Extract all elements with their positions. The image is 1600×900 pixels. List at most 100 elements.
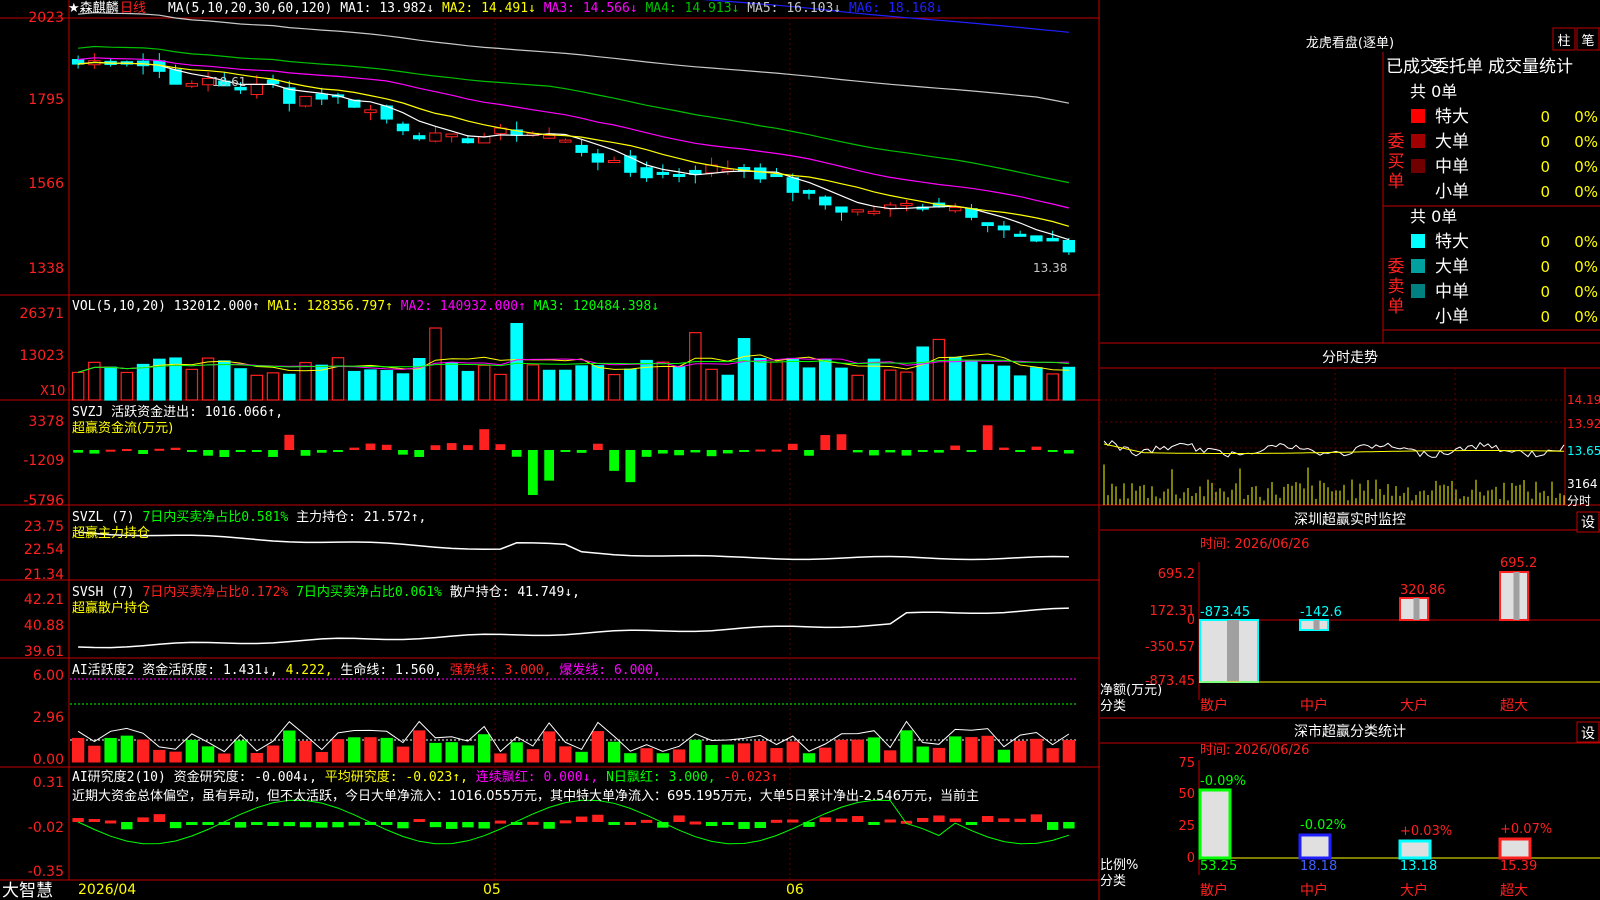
activity-bar[interactable] xyxy=(104,737,117,763)
candle-body[interactable] xyxy=(429,132,442,142)
research-bar[interactable] xyxy=(543,822,555,829)
research-bar[interactable] xyxy=(754,822,766,829)
research-bar[interactable] xyxy=(787,819,799,823)
candle-body[interactable] xyxy=(315,93,328,100)
candle-body[interactable] xyxy=(575,144,588,153)
activity-bar[interactable] xyxy=(575,751,588,763)
flow-bar[interactable] xyxy=(852,450,863,453)
research-bar[interactable] xyxy=(234,822,247,828)
activity-bar[interactable] xyxy=(705,744,718,763)
research-bar[interactable] xyxy=(527,821,539,825)
research-bar[interactable] xyxy=(1046,822,1059,830)
flow-bar[interactable] xyxy=(950,445,961,450)
volume-bar[interactable] xyxy=(234,368,247,401)
research-bar[interactable] xyxy=(933,815,945,822)
flow-bar[interactable] xyxy=(463,445,473,450)
activity-bar[interactable] xyxy=(640,748,653,763)
activity-bar[interactable] xyxy=(136,739,150,763)
activity-bar[interactable] xyxy=(965,737,978,763)
tab-volume-stats[interactable]: 成交量统计 xyxy=(1488,57,1573,77)
flow-bar[interactable] xyxy=(771,449,782,452)
tab-orders[interactable]: 委托单 xyxy=(1432,57,1483,77)
flow-bar[interactable] xyxy=(203,450,213,456)
classify-bar[interactable] xyxy=(1298,833,1332,860)
flow-bar[interactable] xyxy=(934,450,944,453)
ai-research-chart[interactable] xyxy=(72,799,1075,845)
activity-bar[interactable] xyxy=(526,749,540,763)
volume-bar[interactable] xyxy=(71,371,85,401)
flow-bar[interactable] xyxy=(1064,450,1074,454)
volume-bar[interactable] xyxy=(266,372,280,401)
volume-bar[interactable] xyxy=(461,370,475,401)
candle-body[interactable] xyxy=(461,138,475,144)
activity-bar[interactable] xyxy=(283,730,296,763)
candle-body[interactable] xyxy=(169,69,182,85)
research-bar[interactable] xyxy=(738,822,750,829)
activity-bar[interactable] xyxy=(624,753,637,763)
volume-chart[interactable] xyxy=(71,322,1076,401)
volume-bar[interactable] xyxy=(705,368,718,401)
flow-bar[interactable] xyxy=(138,450,148,454)
volume-bar[interactable] xyxy=(494,373,507,401)
candle-body[interactable] xyxy=(867,210,881,214)
volume-bar[interactable] xyxy=(770,361,783,401)
flow-bar[interactable] xyxy=(820,435,831,450)
volume-bar[interactable] xyxy=(250,374,264,401)
volume-bar[interactable] xyxy=(867,358,881,401)
research-bar[interactable] xyxy=(949,818,961,822)
activity-bar[interactable] xyxy=(234,740,247,763)
flow-bar[interactable] xyxy=(333,450,343,452)
activity-bar[interactable] xyxy=(997,749,1011,763)
activity-bar[interactable] xyxy=(835,739,848,763)
flow-bar[interactable] xyxy=(755,449,766,452)
volume-bar[interactable] xyxy=(120,371,134,401)
research-bar[interactable] xyxy=(1063,822,1075,829)
volume-bar[interactable] xyxy=(916,346,929,401)
volume-bar[interactable] xyxy=(104,366,117,401)
volume-bar[interactable] xyxy=(640,359,653,401)
research-bar[interactable] xyxy=(283,822,295,827)
classify-bar[interactable] xyxy=(1198,788,1232,860)
research-bar[interactable] xyxy=(673,815,685,822)
activity-bar[interactable] xyxy=(120,735,134,763)
activity-bar[interactable] xyxy=(981,735,994,763)
research-bar[interactable] xyxy=(153,814,166,822)
flow-bar[interactable] xyxy=(836,434,847,450)
research-bar[interactable] xyxy=(299,822,312,828)
research-bar[interactable] xyxy=(397,822,409,829)
flow-bar[interactable] xyxy=(544,450,555,481)
flow-bar[interactable] xyxy=(641,450,652,457)
flow-bar[interactable] xyxy=(105,449,116,452)
activity-bar[interactable] xyxy=(916,746,929,763)
volume-bar[interactable] xyxy=(997,365,1011,401)
candle-body[interactable] xyxy=(640,167,653,179)
research-bar[interactable] xyxy=(1030,814,1043,822)
activity-bar[interactable] xyxy=(331,739,345,763)
volume-bar[interactable] xyxy=(851,374,865,401)
research-bar[interactable] xyxy=(998,818,1010,822)
research-bar[interactable] xyxy=(770,819,783,823)
candle-body[interactable] xyxy=(786,177,799,193)
activity-bar[interactable] xyxy=(689,739,702,763)
candle-body[interactable] xyxy=(754,167,767,180)
bar-mode-button[interactable]: 柱 xyxy=(1557,34,1570,49)
candle-body[interactable] xyxy=(851,209,864,213)
flow-bar[interactable] xyxy=(999,447,1009,450)
volume-bar[interactable] xyxy=(802,367,816,401)
candle-body[interactable] xyxy=(1062,239,1076,253)
candle-body[interactable] xyxy=(591,153,605,163)
volume-bar[interactable] xyxy=(1046,373,1059,401)
flow-bar[interactable] xyxy=(722,450,733,454)
activity-bar[interactable] xyxy=(348,737,361,763)
candle-body[interactable] xyxy=(396,123,410,132)
research-bar[interactable] xyxy=(413,819,425,823)
research-bar[interactable] xyxy=(88,819,101,823)
candle-body[interactable] xyxy=(250,83,263,96)
activity-bar[interactable] xyxy=(201,746,215,763)
research-bar[interactable] xyxy=(202,822,214,825)
candle-body[interactable] xyxy=(770,174,783,178)
flow-bar[interactable] xyxy=(479,429,490,450)
research-bar[interactable] xyxy=(917,817,929,822)
research-bar[interactable] xyxy=(965,822,978,825)
activity-bar[interactable] xyxy=(867,737,881,763)
